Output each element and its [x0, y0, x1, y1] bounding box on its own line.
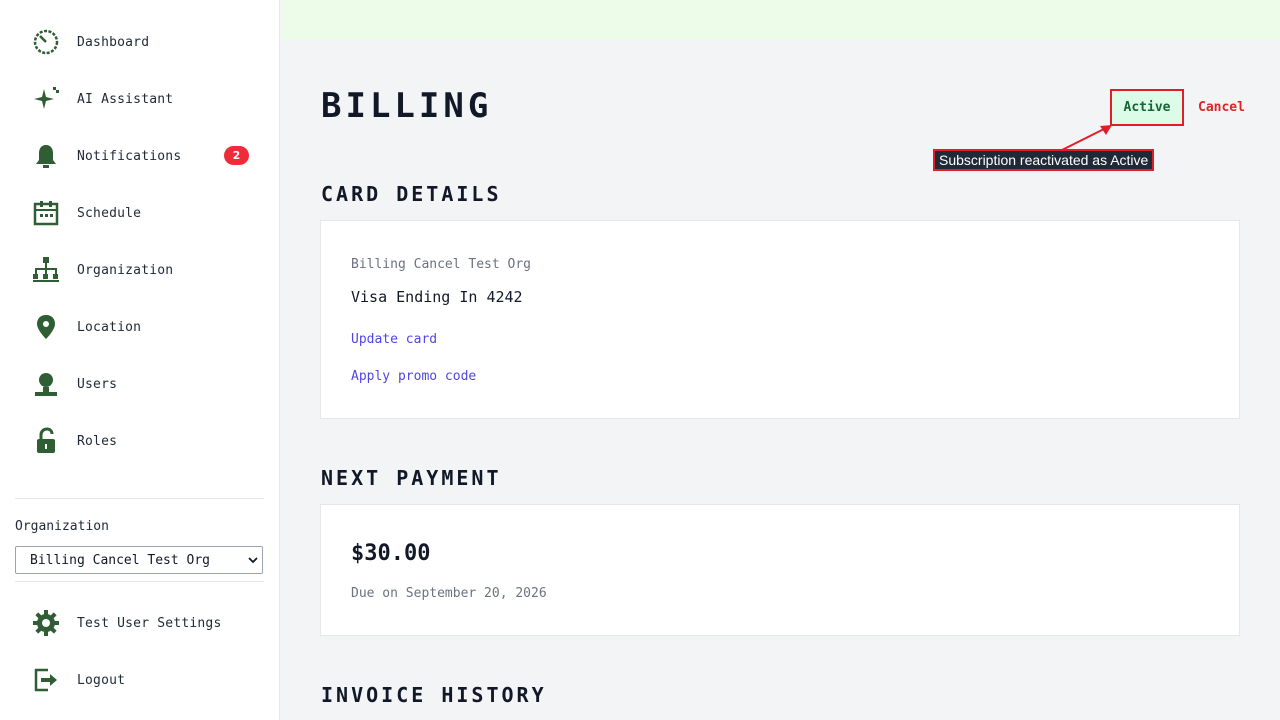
- sidebar-item-logout[interactable]: Logout: [30, 664, 260, 696]
- cancel-subscription-link[interactable]: Cancel: [1198, 100, 1245, 115]
- sidebar-item-label: Location: [77, 319, 142, 335]
- partial-nav-icon: [33, 486, 59, 492]
- annotation-callout: Subscription reactivated as Active: [933, 149, 1155, 171]
- top-banner: [281, 0, 1280, 40]
- organization-label: Organization: [15, 519, 109, 534]
- chevron-down-icon: [248, 557, 258, 564]
- card-details-heading: CARD DETAILS: [321, 182, 502, 206]
- calendar-icon: [30, 197, 62, 229]
- organization-select[interactable]: Billing Cancel Test Org: [15, 546, 263, 574]
- page-title: BILLING: [321, 86, 493, 126]
- sidebar-divider: [15, 581, 264, 582]
- sidebar-item-label: Notifications: [77, 148, 182, 164]
- payment-due-date: Due on September 20, 2026: [351, 586, 547, 601]
- next-payment-panel: $30.00 Due on September 20, 2026: [320, 504, 1240, 636]
- sidebar-item-label: Organization: [77, 262, 174, 278]
- payment-amount: $30.00: [351, 541, 431, 566]
- sidebar: Dashboard AI Assistant Notifications 2 S…: [0, 0, 280, 720]
- sidebar-item-label: AI Assistant: [77, 91, 174, 107]
- organization-select-value: Billing Cancel Test Org: [30, 552, 211, 568]
- sidebar-item-settings[interactable]: Test User Settings: [30, 607, 260, 639]
- next-payment-heading: NEXT PAYMENT: [321, 466, 502, 490]
- location-pin-icon: [30, 311, 62, 343]
- apply-promo-code-link[interactable]: Apply promo code: [351, 369, 476, 384]
- user-icon: [30, 368, 62, 400]
- card-description: Visa Ending In 4242: [351, 288, 523, 306]
- sidebar-item-label: Users: [77, 376, 118, 392]
- sidebar-item-location[interactable]: Location: [30, 311, 260, 343]
- sidebar-item-dashboard[interactable]: Dashboard: [30, 26, 260, 58]
- sidebar-item-organization[interactable]: Organization: [30, 254, 260, 286]
- bell-icon: [30, 140, 62, 172]
- invoice-history-heading: INVOICE HISTORY: [321, 683, 547, 707]
- sidebar-item-schedule[interactable]: Schedule: [30, 197, 260, 229]
- sidebar-item-label: Logout: [77, 672, 126, 688]
- sidebar-item-label: Test User Settings: [77, 615, 222, 631]
- sidebar-item-ai-assistant[interactable]: AI Assistant: [30, 83, 260, 115]
- sidebar-divider: [15, 498, 264, 499]
- status-badge[interactable]: Active: [1110, 89, 1184, 126]
- card-details-panel: Billing Cancel Test Org Visa Ending In 4…: [320, 220, 1240, 419]
- update-card-link[interactable]: Update card: [351, 332, 437, 347]
- org-chart-icon: [30, 254, 62, 286]
- sidebar-item-label: Roles: [77, 433, 118, 449]
- sidebar-item-notifications[interactable]: Notifications 2: [30, 140, 260, 172]
- sidebar-item-label: Schedule: [77, 205, 142, 221]
- gear-icon: [30, 607, 62, 639]
- dashboard-icon: [30, 26, 62, 58]
- logout-icon: [30, 664, 62, 696]
- notification-count-badge: 2: [224, 146, 249, 165]
- card-org-name: Billing Cancel Test Org: [351, 257, 532, 272]
- lock-icon: [30, 425, 62, 457]
- sidebar-item-roles[interactable]: Roles: [30, 425, 260, 457]
- sidebar-item-users[interactable]: Users: [30, 368, 260, 400]
- annotation-arrow: [1061, 125, 1112, 151]
- sidebar-item-label: Dashboard: [77, 34, 150, 50]
- sparkle-icon: [30, 83, 62, 115]
